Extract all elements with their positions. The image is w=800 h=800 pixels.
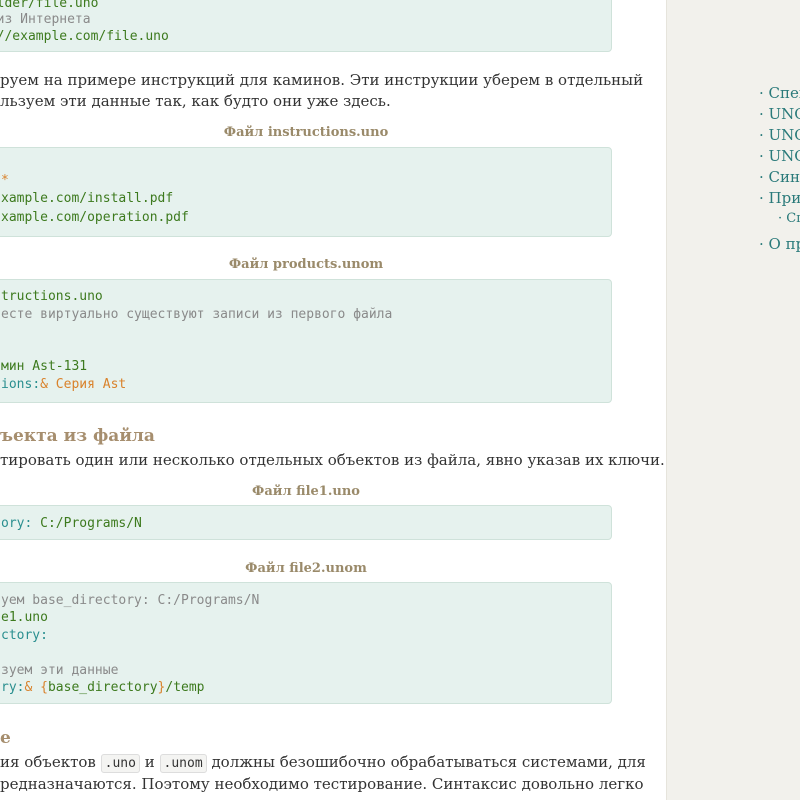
code-brace: { (40, 680, 48, 695)
paragraph: тировать один или несколько отдельных об… (0, 451, 665, 469)
paragraph: льзуем эти данные так, как будто они уже… (0, 92, 391, 110)
code-block-instructions: * xample.com/install.pdf xample.com/oper… (0, 147, 612, 237)
code-line: уем base_directory: C:/Programs/N (1, 593, 260, 608)
code-separator: : (40, 628, 48, 643)
code-separator: : (24, 516, 41, 531)
file-caption: Файл file2.unom (245, 561, 367, 576)
code-separator: : (32, 377, 41, 392)
paragraph: редназначаются. Поэтому необходимо тести… (0, 775, 644, 793)
code-line: tructions.uno (1, 289, 103, 304)
code-key: ctory (1, 628, 41, 643)
code-line: ory: C:/Programs/N (1, 515, 142, 532)
paragraph: руем на примере инструкций для каминов. … (0, 71, 644, 89)
toc-link[interactable]: · UNO (759, 105, 800, 123)
code-block-products: tructions.uno есте виртуально существуют… (0, 279, 612, 403)
code-key: ry (1, 680, 17, 695)
code-key: ory (1, 516, 25, 531)
toc-link[interactable]: · О пр (759, 235, 800, 253)
file-caption: Файл instructions.uno (223, 125, 389, 140)
code-line: ь из Интернета (0, 12, 91, 27)
toc-link[interactable]: · UNO (759, 147, 800, 165)
code-block-file2: уем base_directory: C:/Programs/N e1.uno… (0, 582, 612, 704)
toc-link[interactable]: · Спец (759, 84, 800, 102)
file-caption: Файл file1.uno (252, 484, 360, 499)
code-value: /temp (165, 680, 205, 695)
toc-link[interactable]: · UNO (759, 126, 800, 144)
code-key: ions (1, 377, 33, 392)
code-line: xample.com/operation.pdf (1, 210, 189, 225)
code-line: e1.uno (1, 610, 48, 625)
code-line: xample.com/install.pdf (1, 191, 174, 206)
code-line: есте виртуально существуют записи из пер… (1, 307, 393, 322)
sidebar-toc: · Спец · UNO · UNO · UNO · Синт · Прим ·… (666, 0, 800, 800)
code-line: мин Ast-131 (1, 359, 88, 374)
section-heading: ъекта из файла (0, 426, 155, 446)
code-line: p://example.com/file.uno (0, 29, 169, 44)
code-value: C:/Programs/N (40, 516, 142, 531)
inline-code: .unom (159, 754, 207, 773)
code-block-url: folder/file.uno ь из Интернета p://examp… (0, 0, 612, 52)
code-line: ry:& {base_directory}/temp (1, 679, 205, 696)
paragraph-text: и (144, 753, 155, 771)
inline-code: .uno (100, 754, 140, 773)
paragraph-text: должны безошибочно обрабатываться систем… (211, 753, 646, 771)
code-line: ions:& Серия Ast (1, 376, 126, 393)
code-block-file1: ory: C:/Programs/N (0, 505, 612, 540)
section-heading: е (0, 728, 11, 748)
main-content: folder/file.uno ь из Интернета p://examp… (0, 0, 666, 800)
code-value: & (24, 680, 41, 695)
toc-sublink[interactable]: · Сп (778, 211, 800, 226)
code-value: & Серия Ast (40, 377, 127, 392)
paragraph-text: ия объектов (0, 753, 96, 771)
code-line: * (1, 173, 9, 188)
code-variable: base_directory (47, 680, 158, 695)
toc-link[interactable]: · Синт (759, 168, 800, 186)
code-line: ctory: (1, 627, 48, 644)
paragraph: ия объектов .uno и .unom должны безошибо… (0, 752, 646, 774)
file-caption: Файл products.unom (228, 257, 384, 272)
code-line: зуем эти данные (1, 663, 119, 678)
toc-link[interactable]: · Прим (759, 189, 800, 207)
